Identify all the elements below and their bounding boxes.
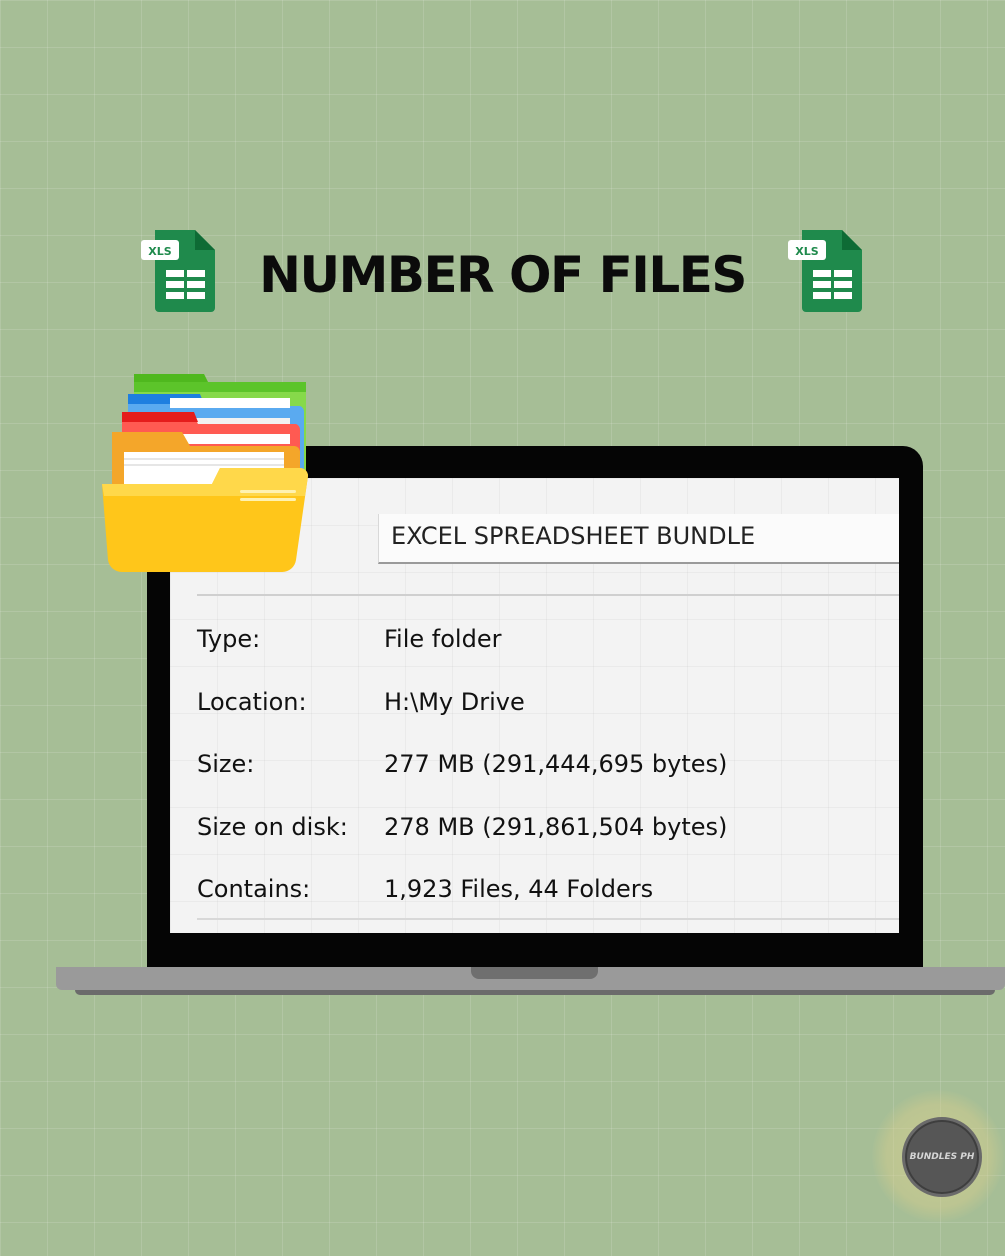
folder-name-field[interactable]: EXCEL SPREADSHEET BUNDLE [378,514,899,564]
property-label: Size: [197,750,255,778]
property-label: Type: [197,625,261,653]
property-label: Size on disk: [197,813,348,841]
property-label: Location: [197,688,307,716]
property-label: Contains: [197,875,311,903]
property-row-size-on-disk: Size on disk: 278 MB (291,861,504 bytes) [170,813,899,853]
xls-badge-label: XLS [148,245,171,258]
property-value: 277 MB (291,444,695 bytes) [384,750,728,778]
laptop-base-shadow [75,990,995,995]
excel-xls-icon: XLS [788,230,862,312]
laptop-notch [471,967,598,979]
property-row-contains: Contains: 1,923 Files, 44 Folders [170,875,899,915]
property-value: 1,923 Files, 44 Folders [384,875,654,903]
property-value: 278 MB (291,861,504 bytes) [384,813,728,841]
property-value: H:\My Drive [384,688,525,716]
divider [197,918,899,920]
divider [197,594,899,596]
watermark-logo: BUNDLES PH [902,1117,982,1197]
excel-xls-icon: XLS [141,230,215,312]
property-row-location: Location: H:\My Drive [170,688,899,728]
property-row-type: Type: File folder [170,625,899,665]
property-value: File folder [384,625,502,653]
xls-badge-label: XLS [795,245,818,258]
property-row-size: Size: 277 MB (291,444,695 bytes) [170,750,899,790]
folder-icon [102,374,308,573]
